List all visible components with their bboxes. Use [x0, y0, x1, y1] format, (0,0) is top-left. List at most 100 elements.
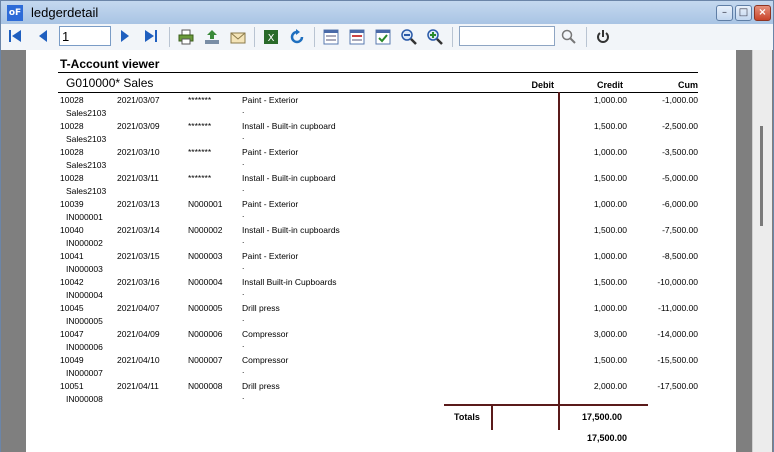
row-subref: IN000004	[66, 290, 103, 300]
row-credit: 1,500.00	[593, 277, 627, 287]
row-subref: IN000005	[66, 316, 103, 326]
close-button[interactable]: ×	[754, 5, 771, 21]
row-desc: Install - Built-in cupboard	[242, 121, 336, 131]
row-credit: 1,000.00	[593, 251, 627, 261]
row-ref: 10045	[60, 303, 84, 313]
vertical-scrollbar[interactable]	[752, 50, 772, 452]
row-doc: N000005	[188, 303, 223, 313]
row-credit: 2,000.00	[593, 381, 627, 391]
row-doc: *******	[188, 95, 212, 105]
export-icon[interactable]	[202, 28, 222, 46]
row-cum: -6,000.00	[662, 199, 698, 209]
row-ref: 10051	[60, 381, 84, 391]
cum-header: Cum	[678, 80, 698, 90]
zoom-in-icon[interactable]	[425, 28, 445, 46]
layout2-icon[interactable]	[347, 28, 367, 46]
account-name: G010000* Sales	[66, 76, 154, 90]
row-desc: Install - Built-in cupboards	[242, 225, 340, 235]
toolbar-separator	[452, 27, 453, 47]
row-dot: .	[242, 131, 245, 141]
row-doc: N000003	[188, 251, 223, 261]
row-ref: 10039	[60, 199, 84, 209]
row-desc: Drill press	[242, 381, 280, 391]
row-cum: -15,500.00	[657, 355, 698, 365]
row-date: 2021/04/11	[117, 381, 159, 391]
row-date: 2021/03/15	[117, 251, 160, 261]
row-subref: Sales2103	[66, 108, 107, 118]
row-dot: .	[242, 261, 245, 271]
toolbar-separator	[314, 27, 315, 47]
toolbar-separator	[586, 27, 587, 47]
totals-credit: 17,500.00	[581, 412, 622, 422]
row-dot: .	[242, 391, 245, 401]
row-subref: IN000002	[66, 238, 103, 248]
power-icon[interactable]	[593, 28, 613, 46]
row-dot: .	[242, 313, 245, 323]
print-icon[interactable]	[176, 28, 196, 46]
toolbar-separator	[254, 27, 255, 47]
row-cum: -7,500.00	[662, 225, 698, 235]
next-page-icon[interactable]	[115, 28, 135, 46]
row-date: 2021/04/10	[117, 355, 160, 365]
row-desc: Install - Built-in cupboard	[242, 173, 336, 183]
row-dot: .	[242, 157, 245, 167]
row-subref: Sales2103	[66, 160, 107, 170]
totals-cum: 17,500.00	[586, 433, 627, 443]
last-page-icon[interactable]	[141, 28, 161, 46]
row-ref: 10028	[60, 173, 84, 183]
row-cum: -10,000.00	[657, 277, 698, 287]
row-subref: IN000003	[66, 264, 103, 274]
row-credit: 1,000.00	[593, 95, 627, 105]
debit-header: Debit	[531, 80, 555, 90]
row-dot: .	[242, 287, 245, 297]
row-ref: 10042	[60, 277, 84, 287]
layout-icon[interactable]	[321, 28, 341, 46]
page-number-input[interactable]	[59, 26, 111, 46]
row-dot: .	[242, 235, 245, 245]
toolbar-separator	[169, 27, 170, 47]
row-ref: 10049	[60, 355, 84, 365]
title-bar: oF ledgerdetail – □ ×	[0, 0, 774, 24]
totals-line	[444, 404, 648, 406]
first-page-icon[interactable]	[5, 28, 25, 46]
row-doc: *******	[188, 121, 212, 131]
row-cum: -1,000.00	[662, 95, 698, 105]
minimize-button[interactable]: –	[716, 5, 733, 21]
email-icon[interactable]	[228, 28, 248, 46]
row-date: 2021/03/07	[117, 95, 160, 105]
row-cum: -3,500.00	[662, 147, 698, 157]
excel-icon[interactable]: X	[261, 28, 281, 46]
divider	[58, 72, 698, 73]
row-date: 2021/03/16	[117, 277, 160, 287]
row-date: 2021/04/09	[117, 329, 160, 339]
row-doc: N000001	[188, 199, 223, 209]
app-icon: oF	[7, 5, 23, 21]
row-dot: .	[242, 209, 245, 219]
refresh-icon[interactable]	[287, 28, 307, 46]
row-doc: N000004	[188, 277, 223, 287]
scrollbar-thumb[interactable]	[760, 126, 763, 226]
row-date: 2021/03/11	[117, 173, 159, 183]
prev-page-icon[interactable]	[33, 28, 53, 46]
totals-label: Totals	[454, 412, 480, 422]
divider	[58, 92, 698, 93]
layout-check-icon[interactable]	[373, 28, 393, 46]
row-cum: -5,000.00	[662, 173, 698, 183]
row-credit: 1,500.00	[593, 225, 627, 235]
row-date: 2021/03/14	[117, 225, 160, 235]
row-subref: IN000001	[66, 212, 103, 222]
row-cum: -11,000.00	[657, 303, 698, 313]
row-date: 2021/03/13	[117, 199, 160, 209]
row-credit: 1,500.00	[593, 355, 627, 365]
row-ref: 10028	[60, 147, 84, 157]
row-doc: N000002	[188, 225, 223, 235]
row-ref: 10047	[60, 329, 84, 339]
window-title: ledgerdetail	[31, 5, 99, 20]
row-doc: N000007	[188, 355, 223, 365]
row-cum: -2,500.00	[662, 121, 698, 131]
maximize-button[interactable]: □	[735, 5, 752, 21]
zoom-out-icon[interactable]	[399, 28, 419, 46]
row-dot: .	[242, 183, 245, 193]
search-icon[interactable]	[559, 28, 579, 46]
search-input[interactable]	[459, 26, 555, 46]
